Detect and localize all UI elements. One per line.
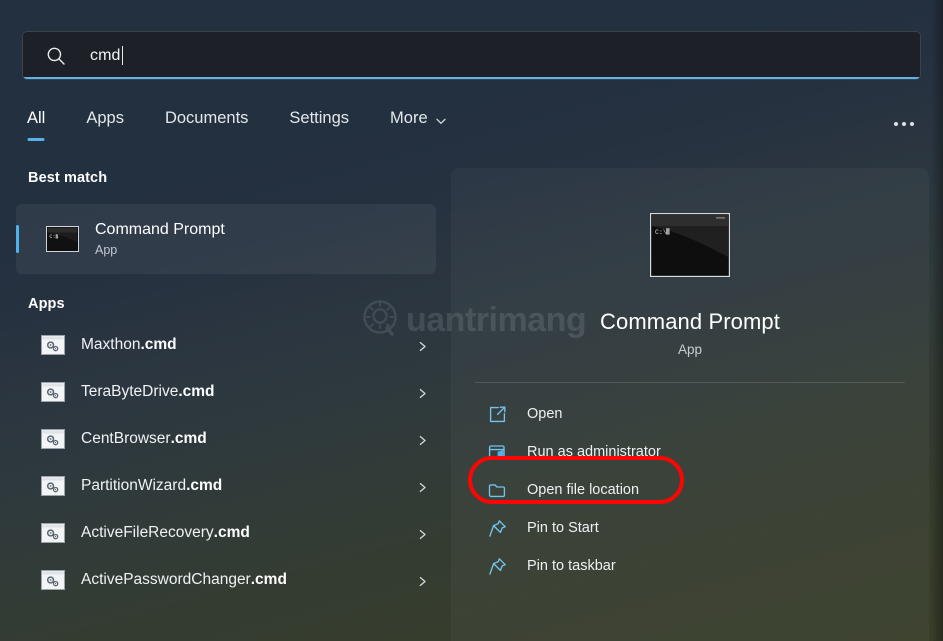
tab-apps-label: Apps <box>86 109 124 127</box>
best-match-result[interactable]: C:\ Command Prompt App <box>16 204 436 274</box>
chevron-right-icon[interactable] <box>417 339 428 352</box>
app-name: Maxthon.cmd <box>81 336 177 354</box>
tab-more-label: More <box>390 109 428 127</box>
page-title: Command Prompt <box>600 309 780 334</box>
apps-result-list: Maxthon.cmd TeraByteDrive.cmd CentBrowse… <box>0 321 450 603</box>
app-preview-panel: C:\ Command Prompt App Open Run as admin… <box>451 168 929 641</box>
tab-settings[interactable]: Settings <box>287 108 351 128</box>
app-name-prefix: TeraByteDrive <box>81 382 179 400</box>
windows-search-flyout: cmd All Apps Documents Settings More Bes… <box>0 0 943 641</box>
app-name: CentBrowser.cmd <box>81 430 207 448</box>
action-pin-to-taskbar[interactable]: Pin to taskbar <box>471 547 909 585</box>
app-name: ActiveFileRecovery.cmd <box>81 524 250 542</box>
list-item[interactable]: TeraByteDrive.cmd <box>0 368 450 415</box>
list-item[interactable]: ActivePasswordChanger.cmd <box>0 556 450 603</box>
results-column: Best match C:\ Command Prompt App Apps M… <box>0 170 450 641</box>
app-name: TeraByteDrive.cmd <box>81 383 215 401</box>
cmd-script-icon <box>41 428 65 449</box>
folder-icon <box>487 480 508 501</box>
tab-all-label: All <box>27 109 46 127</box>
action-pin-to-taskbar-label: Pin to taskbar <box>527 558 616 574</box>
best-match-heading: Best match <box>28 170 108 186</box>
cmd-script-icon <box>41 569 65 590</box>
app-name-prefix: CentBrowser <box>81 429 171 447</box>
cmd-script-icon <box>41 522 65 543</box>
preview-subtitle: App <box>677 342 703 357</box>
ellipsis-dot <box>902 122 906 126</box>
action-open-file-location-label: Open file location <box>527 482 640 498</box>
pin-icon <box>487 556 508 577</box>
cmd-script-icon <box>41 381 65 402</box>
app-name-match: .cmd <box>250 570 287 588</box>
chevron-right-icon[interactable] <box>417 574 428 587</box>
app-name-prefix: ActiveFileRecovery <box>81 523 214 541</box>
app-name-match: .cmd <box>140 335 177 353</box>
action-open-file-location[interactable]: Open file location <box>471 471 909 509</box>
ellipsis-dot <box>894 122 898 126</box>
best-match-subtitle: App <box>95 242 118 257</box>
apps-heading: Apps <box>28 296 65 312</box>
chevron-down-icon <box>435 113 447 125</box>
cmd-script-icon <box>41 334 65 355</box>
search-icon <box>46 46 66 66</box>
app-name: ActivePasswordChanger.cmd <box>81 571 287 589</box>
tab-active-indicator <box>27 138 45 141</box>
search-box[interactable]: cmd <box>22 31 921 80</box>
app-actions-list: Open Run as administrator Open file loca… <box>451 395 929 585</box>
svg-text:C:\: C:\ <box>655 229 667 236</box>
app-name-match: .cmd <box>170 429 207 447</box>
list-item[interactable]: ActiveFileRecovery.cmd <box>0 509 450 556</box>
app-name-match: .cmd <box>186 476 223 494</box>
list-item[interactable]: Maxthon.cmd <box>0 321 450 368</box>
search-filter-tabs: All Apps Documents Settings More <box>25 108 905 150</box>
selection-indicator <box>16 225 19 253</box>
chevron-right-icon[interactable] <box>417 433 428 446</box>
app-name-match: .cmd <box>213 523 250 541</box>
command-prompt-icon: C:\ <box>649 212 731 278</box>
action-open-label: Open <box>527 406 563 422</box>
command-prompt-icon: C:\ <box>46 226 79 252</box>
text-caret <box>121 46 123 65</box>
chevron-right-icon[interactable] <box>417 480 428 493</box>
list-item[interactable]: PartitionWizard.cmd <box>0 462 450 509</box>
ellipsis-icon[interactable] <box>887 109 921 139</box>
app-name-prefix: PartitionWizard <box>81 476 187 494</box>
action-pin-to-start[interactable]: Pin to Start <box>471 509 909 547</box>
action-run-as-administrator-label: Run as administrator <box>527 444 661 460</box>
best-match-title: Command Prompt <box>95 221 225 239</box>
search-input-value[interactable]: cmd <box>90 47 121 65</box>
best-match-text: Command Prompt App <box>95 220 225 258</box>
open-external-icon <box>487 404 508 425</box>
tab-documents[interactable]: Documents <box>163 108 250 128</box>
tab-apps[interactable]: Apps <box>84 108 126 128</box>
tab-settings-label: Settings <box>289 109 350 127</box>
app-name: PartitionWizard.cmd <box>81 477 222 495</box>
tab-all[interactable]: All <box>25 108 47 141</box>
cmd-script-icon <box>41 475 65 496</box>
divider <box>475 382 905 383</box>
tab-more[interactable]: More <box>388 108 449 128</box>
list-item[interactable]: CentBrowser.cmd <box>0 415 450 462</box>
app-name-match: .cmd <box>178 382 215 400</box>
app-name-prefix: ActivePasswordChanger <box>81 570 251 588</box>
app-name-prefix: Maxthon <box>81 335 141 353</box>
tab-documents-label: Documents <box>164 109 249 127</box>
action-open[interactable]: Open <box>471 395 909 433</box>
chevron-right-icon[interactable] <box>417 386 428 399</box>
chevron-right-icon[interactable] <box>417 527 428 540</box>
pin-icon <box>487 518 508 539</box>
search-focus-underline <box>23 77 920 79</box>
ellipsis-dot <box>910 122 914 126</box>
shield-window-icon <box>487 442 508 463</box>
action-run-as-administrator[interactable]: Run as administrator <box>471 433 909 471</box>
action-pin-to-start-label: Pin to Start <box>527 520 599 536</box>
